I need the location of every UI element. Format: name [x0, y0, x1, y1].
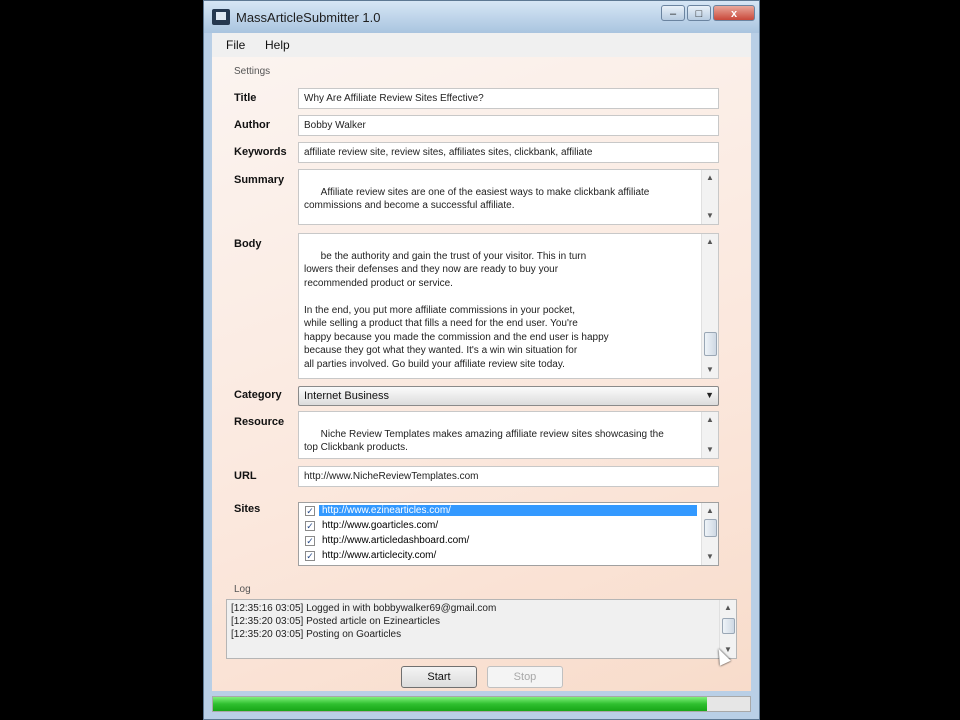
summary-label: Summary: [234, 174, 285, 186]
progress-fill: [213, 697, 708, 711]
site-url: http://www.articledashboard.com/: [322, 535, 470, 546]
scroll-up-icon[interactable]: ▲: [702, 504, 718, 518]
author-label: Author: [234, 119, 271, 131]
settings-group-label: Settings: [234, 66, 271, 77]
scroll-down-icon[interactable]: ▼: [702, 443, 718, 457]
app-window: MassArticleSubmitter 1.0 – □ x File Help…: [203, 0, 760, 720]
log-line: [12:35:20 03:05] Posted article on Ezine…: [231, 616, 441, 627]
title-input[interactable]: Why Are Affiliate Review Sites Effective…: [298, 88, 719, 109]
site-url: http://www.goarticles.com/: [322, 520, 439, 531]
scroll-thumb[interactable]: [704, 519, 717, 537]
scroll-down-icon[interactable]: ▼: [702, 550, 718, 564]
scroll-up-icon[interactable]: ▲: [702, 235, 718, 249]
url-input[interactable]: http://www.NicheReviewTemplates.com: [298, 466, 719, 487]
app-icon: [212, 9, 230, 25]
resource-text: Niche Review Templates makes amazing aff…: [304, 428, 664, 454]
body-text: be the authority and gain the trust of y…: [304, 250, 609, 370]
summary-scrollbar[interactable]: ▲ ▼: [701, 170, 718, 224]
site-url: http://www.articlecity.com/: [322, 550, 437, 561]
resource-textarea[interactable]: Niche Review Templates makes amazing aff…: [298, 411, 719, 459]
start-button[interactable]: Start: [401, 666, 477, 688]
maximize-button[interactable]: □: [687, 5, 711, 21]
resource-label: Resource: [234, 416, 285, 428]
menu-file[interactable]: File: [226, 38, 245, 52]
progress-bar: [212, 696, 751, 712]
resource-scrollbar[interactable]: ▲ ▼: [701, 412, 718, 458]
keywords-label: Keywords: [234, 146, 287, 158]
checkbox-checked-icon[interactable]: ✓: [305, 520, 315, 531]
site-item[interactable]: ✓ http://www.ezinearticles.com/: [299, 503, 718, 518]
scroll-up-icon[interactable]: ▲: [720, 601, 736, 615]
scroll-down-icon[interactable]: ▼: [702, 209, 718, 223]
log-line: [12:35:16 03:05] Logged in with bobbywal…: [231, 603, 497, 614]
body-textarea[interactable]: be the authority and gain the trust of y…: [298, 233, 719, 379]
window-controls: – □ x: [661, 5, 755, 21]
sites-label: Sites: [234, 503, 261, 515]
category-label: Category: [234, 389, 282, 401]
category-value: Internet Business: [304, 390, 389, 402]
scroll-up-icon[interactable]: ▲: [702, 171, 718, 185]
scroll-up-icon[interactable]: ▲: [702, 413, 718, 427]
checkbox-checked-icon[interactable]: ✓: [305, 505, 315, 516]
dropdown-arrow-icon: ▼: [705, 390, 714, 400]
client-area: Settings Title Why Are Affiliate Review …: [212, 57, 751, 691]
site-url: http://www.ezinearticles.com/: [319, 505, 697, 516]
author-input[interactable]: Bobby Walker: [298, 115, 719, 136]
keywords-input[interactable]: affiliate review site, review sites, aff…: [298, 142, 719, 163]
scroll-thumb[interactable]: [722, 618, 735, 634]
title-label: Title: [234, 92, 257, 104]
sites-checklist[interactable]: ✓ http://www.ezinearticles.com/ ✓ http:/…: [298, 502, 719, 566]
log-group-label: Log: [234, 584, 251, 595]
menu-help[interactable]: Help: [265, 38, 290, 52]
checkbox-checked-icon[interactable]: ✓: [305, 535, 315, 546]
body-label: Body: [234, 238, 262, 250]
menu-bar: File Help: [212, 33, 751, 58]
stop-button[interactable]: Stop: [487, 666, 563, 688]
url-label: URL: [234, 470, 257, 482]
site-item[interactable]: ✓ http://www.articledashboard.com/: [299, 533, 718, 548]
window-title: MassArticleSubmitter 1.0: [236, 10, 381, 25]
close-button[interactable]: x: [713, 5, 755, 21]
summary-textarea[interactable]: Affiliate review sites are one of the ea…: [298, 169, 719, 225]
category-select[interactable]: Internet Business ▼: [298, 386, 719, 406]
body-scrollbar[interactable]: ▲ ▼: [701, 234, 718, 378]
title-bar[interactable]: MassArticleSubmitter 1.0 – □ x: [204, 1, 759, 33]
site-item[interactable]: ✓ http://www.goarticles.com/: [299, 518, 718, 533]
scroll-thumb[interactable]: [704, 332, 717, 356]
scroll-down-icon[interactable]: ▼: [702, 363, 718, 377]
sites-scrollbar[interactable]: ▲ ▼: [701, 503, 718, 565]
summary-text: Affiliate review sites are one of the ea…: [304, 186, 650, 212]
log-line: [12:35:20 03:05] Posting on Goarticles: [231, 629, 402, 640]
checkbox-checked-icon[interactable]: ✓: [305, 550, 315, 561]
log-output[interactable]: [12:35:16 03:05] Logged in with bobbywal…: [226, 599, 737, 659]
minimize-button[interactable]: –: [661, 5, 685, 21]
site-item[interactable]: ✓ http://www.articlecity.com/: [299, 548, 718, 563]
